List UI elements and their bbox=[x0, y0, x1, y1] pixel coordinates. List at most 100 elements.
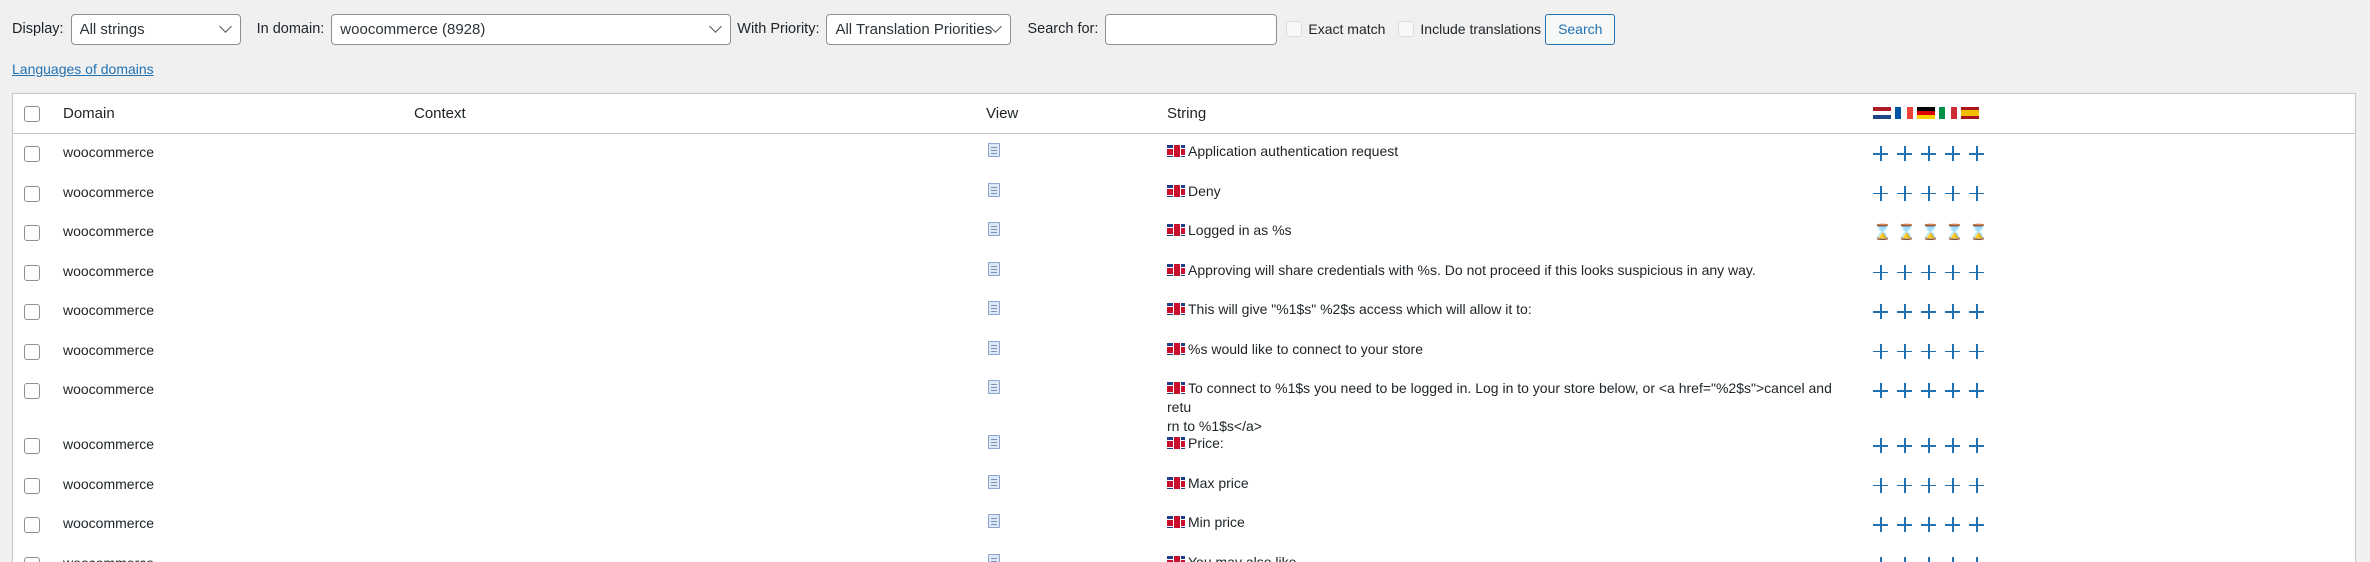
add-translation-icon[interactable] bbox=[1945, 343, 1960, 359]
add-translation-icon[interactable] bbox=[1969, 383, 1984, 398]
add-translation-icon[interactable] bbox=[1969, 146, 1984, 161]
column-string[interactable]: String bbox=[1167, 105, 1206, 122]
row-string-text: This will give "%1$s" %2$s access which … bbox=[1188, 301, 1532, 317]
view-document-icon[interactable] bbox=[988, 514, 1000, 528]
hourglass-icon[interactable]: ⌛ bbox=[1921, 225, 1940, 240]
exact-match-checkbox[interactable] bbox=[1286, 21, 1303, 37]
add-translation-icon[interactable] bbox=[1945, 477, 1960, 493]
add-translation-icon[interactable] bbox=[1969, 343, 1984, 359]
row-domain: woocommerce bbox=[63, 515, 155, 531]
add-translation-icon[interactable] bbox=[1897, 185, 1912, 201]
add-translation-icon[interactable] bbox=[1897, 477, 1912, 493]
add-translation-icon[interactable] bbox=[1897, 556, 1912, 562]
hourglass-icon[interactable]: ⌛ bbox=[1897, 225, 1916, 240]
row-checkbox[interactable] bbox=[24, 264, 40, 281]
add-translation-icon[interactable] bbox=[1969, 438, 1984, 453]
hourglass-icon[interactable]: ⌛ bbox=[1873, 225, 1892, 240]
include-translations-label: Include translations bbox=[1420, 21, 1542, 37]
column-view: View bbox=[986, 105, 1019, 122]
add-translation-icon[interactable] bbox=[1873, 477, 1888, 493]
row-checkbox[interactable] bbox=[24, 556, 40, 562]
row-checkbox[interactable] bbox=[24, 517, 40, 533]
strings-table: Domain Context View String woocommerce Ap… bbox=[12, 93, 2356, 562]
add-translation-icon[interactable] bbox=[1969, 185, 1984, 201]
display-select-value: All strings bbox=[79, 20, 145, 38]
view-document-icon[interactable] bbox=[988, 474, 1000, 489]
row-checkbox[interactable] bbox=[24, 477, 40, 494]
row-checkbox[interactable] bbox=[24, 438, 40, 454]
add-translation-icon[interactable] bbox=[1921, 556, 1936, 562]
add-translation-icon[interactable] bbox=[1873, 517, 1888, 532]
add-translation-icon[interactable] bbox=[1873, 146, 1888, 161]
search-button[interactable]: Search bbox=[1545, 13, 1616, 45]
add-translation-icon[interactable] bbox=[1897, 517, 1912, 532]
add-translation-icon[interactable] bbox=[1873, 264, 1888, 280]
add-translation-icon[interactable] bbox=[1873, 185, 1888, 201]
row-checkbox[interactable] bbox=[24, 225, 40, 241]
add-translation-icon[interactable] bbox=[1969, 477, 1984, 493]
view-document-icon[interactable] bbox=[988, 340, 1000, 355]
add-translation-icon[interactable] bbox=[1921, 146, 1936, 161]
add-translation-icon[interactable] bbox=[1945, 438, 1960, 453]
include-translations-checkbox[interactable] bbox=[1398, 21, 1415, 37]
view-document-icon[interactable] bbox=[988, 301, 1000, 315]
view-document-icon[interactable] bbox=[988, 435, 1000, 449]
view-document-icon[interactable] bbox=[988, 380, 1000, 394]
add-translation-icon[interactable] bbox=[1897, 343, 1912, 359]
add-translation-icon[interactable] bbox=[1897, 383, 1912, 398]
row-checkbox[interactable] bbox=[24, 185, 40, 202]
hourglass-icon[interactable]: ⌛ bbox=[1969, 225, 1988, 240]
view-document-icon[interactable] bbox=[988, 143, 1000, 157]
add-translation-icon[interactable] bbox=[1873, 343, 1888, 359]
add-translation-icon[interactable] bbox=[1921, 477, 1936, 493]
row-string-line1: To connect to %1$s you need to be logged… bbox=[1167, 380, 1832, 415]
add-translation-icon[interactable] bbox=[1945, 304, 1960, 319]
it-flag-icon bbox=[1939, 107, 1957, 119]
view-document-icon[interactable] bbox=[988, 261, 1000, 276]
view-document-icon[interactable] bbox=[988, 182, 1000, 197]
hourglass-icon[interactable]: ⌛ bbox=[1945, 225, 1964, 240]
add-translation-icon[interactable] bbox=[1945, 264, 1960, 280]
add-translation-icon[interactable] bbox=[1897, 438, 1912, 453]
add-translation-icon[interactable] bbox=[1969, 556, 1984, 562]
add-translation-icon[interactable] bbox=[1921, 517, 1936, 532]
table-row: woocommerce Max price bbox=[13, 466, 2355, 506]
add-translation-icon[interactable] bbox=[1921, 304, 1936, 319]
display-select[interactable]: All strings bbox=[70, 13, 241, 45]
add-translation-icon[interactable] bbox=[1873, 383, 1888, 398]
add-translation-icon[interactable] bbox=[1873, 304, 1888, 319]
add-translation-icon[interactable] bbox=[1921, 383, 1936, 398]
view-document-icon[interactable] bbox=[988, 222, 1000, 236]
add-translation-icon[interactable] bbox=[1921, 185, 1936, 201]
translation-actions bbox=[1873, 146, 1984, 161]
add-translation-icon[interactable] bbox=[1969, 517, 1984, 532]
add-translation-icon[interactable] bbox=[1945, 556, 1960, 562]
select-all-checkbox[interactable] bbox=[24, 106, 40, 122]
add-translation-icon[interactable] bbox=[1873, 438, 1888, 453]
add-translation-icon[interactable] bbox=[1921, 438, 1936, 453]
translation-actions bbox=[1873, 264, 1984, 280]
column-domain[interactable]: Domain bbox=[63, 105, 115, 122]
add-translation-icon[interactable] bbox=[1969, 264, 1984, 280]
view-document-icon[interactable] bbox=[988, 553, 1000, 562]
add-translation-icon[interactable] bbox=[1921, 264, 1936, 280]
add-translation-icon[interactable] bbox=[1897, 146, 1912, 161]
row-checkbox[interactable] bbox=[24, 383, 40, 399]
add-translation-icon[interactable] bbox=[1897, 304, 1912, 319]
add-translation-icon[interactable] bbox=[1945, 517, 1960, 532]
add-translation-icon[interactable] bbox=[1969, 304, 1984, 319]
languages-of-domains-link[interactable]: Languages of domains bbox=[12, 61, 154, 77]
priority-select[interactable]: All Translation Priorities bbox=[826, 13, 1012, 45]
add-translation-icon[interactable] bbox=[1873, 556, 1888, 562]
row-checkbox[interactable] bbox=[24, 343, 40, 360]
column-context[interactable]: Context bbox=[414, 105, 466, 122]
add-translation-icon[interactable] bbox=[1945, 146, 1960, 161]
row-checkbox[interactable] bbox=[24, 304, 40, 320]
add-translation-icon[interactable] bbox=[1921, 343, 1936, 359]
search-input[interactable] bbox=[1105, 13, 1278, 45]
add-translation-icon[interactable] bbox=[1897, 264, 1912, 280]
add-translation-icon[interactable] bbox=[1945, 383, 1960, 398]
add-translation-icon[interactable] bbox=[1945, 185, 1960, 201]
domain-select[interactable]: woocommerce (8928) bbox=[331, 13, 732, 45]
row-checkbox[interactable] bbox=[24, 146, 40, 162]
